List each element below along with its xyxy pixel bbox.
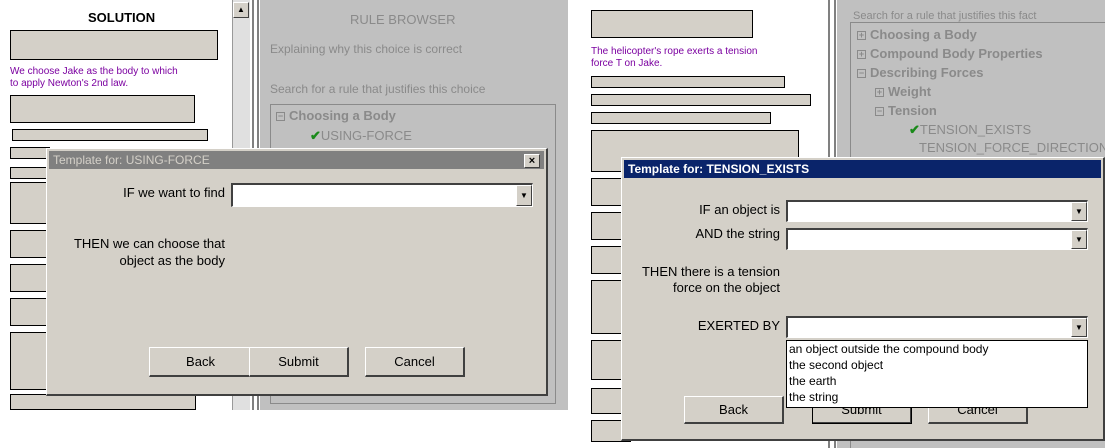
search-text: Search for a rule that justifies this ch… [270, 82, 486, 96]
explaining-text: Explaining why this choice is correct [270, 42, 463, 56]
submit-button[interactable]: Submit [249, 347, 349, 377]
collapse-icon[interactable]: − [875, 107, 884, 116]
if-combo[interactable]: ▼ [786, 200, 1088, 222]
exerted-by-options: an object outside the compound body the … [786, 340, 1088, 408]
and-combo[interactable]: ▼ [786, 228, 1088, 250]
collapse-icon[interactable]: − [857, 69, 866, 78]
solution-box[interactable] [10, 95, 195, 123]
if-label: IF we want to find [123, 185, 225, 200]
and-label: AND the string [695, 226, 780, 241]
dropdown-option[interactable]: the earth [787, 373, 1087, 389]
dialog-title: Template for: TENSION_EXISTS [628, 162, 810, 176]
tree-item[interactable]: − Tension [875, 103, 937, 118]
cancel-button[interactable]: Cancel [365, 347, 465, 377]
chevron-down-icon[interactable]: ▼ [516, 185, 532, 206]
expand-icon[interactable]: + [857, 31, 866, 40]
back-button[interactable]: Back [149, 347, 253, 377]
dialog-titlebar: Template for: USING-FORCE × [49, 151, 544, 169]
dropdown-option[interactable]: an object outside the compound body [787, 341, 1087, 357]
scroll-up-button[interactable]: ▲ [233, 2, 249, 18]
rule-browser-title: RULE BROWSER [350, 12, 456, 27]
tree-item[interactable]: + Weight [875, 84, 931, 99]
tree-item[interactable]: TENSION_FORCE_DIRECTION [919, 140, 1105, 155]
solution-box[interactable] [10, 147, 50, 159]
left-screenshot: SOLUTION We choose Jake as the body to w… [0, 0, 568, 410]
solution-box[interactable] [10, 394, 196, 410]
solution-box[interactable] [10, 332, 50, 390]
tree-item[interactable]: − Describing Forces [857, 65, 983, 80]
collapse-icon[interactable]: − [276, 112, 285, 121]
tree-item[interactable]: − Choosing a Body [276, 108, 396, 123]
checkmark-icon: ✔ [909, 122, 920, 137]
dialog-title: Template for: USING-FORCE [53, 153, 210, 167]
solution-box[interactable] [591, 112, 771, 124]
solution-box[interactable] [10, 230, 50, 258]
tree-item[interactable]: + Choosing a Body [857, 27, 977, 42]
close-icon[interactable]: × [524, 154, 540, 168]
solution-box[interactable] [10, 167, 50, 179]
tree-item[interactable]: ✔TENSION_EXISTS [909, 122, 1031, 138]
right-statement: The helicopter's rope exerts a tension f… [591, 46, 758, 69]
exerted-by-combo[interactable]: ▼ [786, 316, 1088, 338]
search-text: Search for a rule that justifies this fa… [853, 10, 1037, 22]
solution-box[interactable] [10, 30, 218, 60]
chevron-down-icon[interactable]: ▼ [1071, 318, 1087, 337]
dialog-titlebar: Template for: TENSION_EXISTS [624, 160, 1101, 178]
template-dialog: Template for: TENSION_EXISTS IF an objec… [621, 157, 1105, 441]
solution-box[interactable] [12, 129, 208, 141]
chevron-down-icon[interactable]: ▼ [1071, 202, 1087, 221]
if-label: IF an object is [699, 202, 780, 217]
expand-icon[interactable]: + [857, 50, 866, 59]
solution-box[interactable] [10, 298, 50, 326]
then-text: THEN we can choose that object as the bo… [73, 236, 225, 268]
then-text: THEN there is a tension force on the obj… [641, 264, 780, 295]
right-screenshot: The helicopter's rope exerts a tension f… [585, 0, 1105, 448]
dropdown-option[interactable]: the second object [787, 357, 1087, 373]
tree-item[interactable]: + Compound Body Properties [857, 46, 1043, 61]
template-dialog: Template for: USING-FORCE × IF we want t… [46, 148, 548, 396]
solution-box[interactable] [10, 182, 50, 224]
solution-box[interactable] [591, 76, 785, 88]
chevron-down-icon[interactable]: ▼ [1071, 230, 1087, 249]
back-button[interactable]: Back [684, 396, 784, 424]
dropdown-option[interactable]: the string [787, 389, 1087, 405]
solution-box[interactable] [591, 10, 753, 38]
checkmark-icon: ✔ [310, 128, 321, 143]
solution-statement: We choose Jake as the body to which to a… [10, 66, 178, 89]
solution-header: SOLUTION [88, 10, 156, 25]
exerted-label: EXERTED BY [697, 318, 780, 333]
if-combo[interactable]: ▼ [231, 183, 533, 207]
tree-item[interactable]: ✔USING-FORCE [310, 128, 412, 144]
solution-box[interactable] [10, 264, 50, 292]
solution-box[interactable] [591, 94, 811, 106]
expand-icon[interactable]: + [875, 88, 884, 97]
